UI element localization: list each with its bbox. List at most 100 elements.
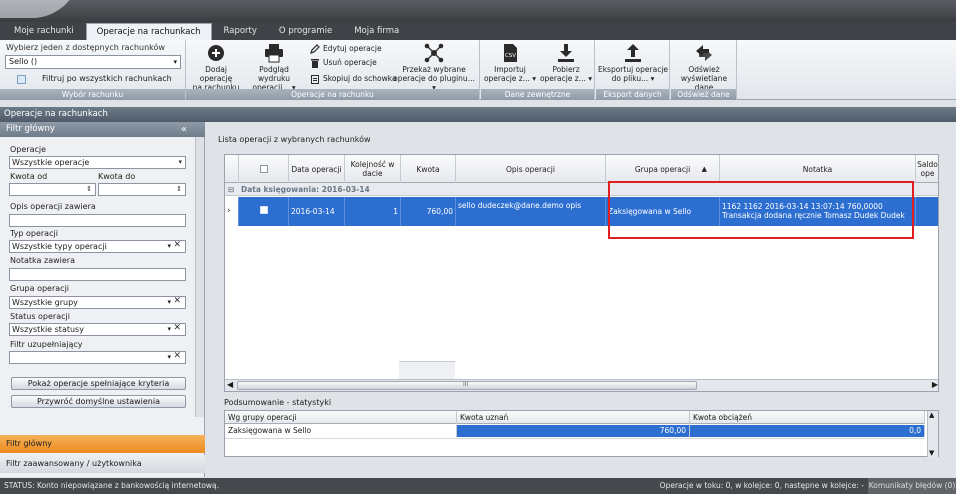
description-label: Opis operacji zawiera — [10, 202, 96, 211]
row-checkbox[interactable] — [259, 206, 268, 214]
printer-icon — [265, 44, 283, 63]
tab-reports[interactable]: Raporty — [214, 23, 267, 40]
clear-icon[interactable]: ✕ — [173, 296, 181, 307]
spinner-icon[interactable]: ⇕ — [86, 184, 92, 195]
operations-select[interactable]: Wszystkie operacje ▾ — [9, 156, 186, 169]
col-header-date[interactable]: Data operacji — [289, 155, 345, 183]
summary-row[interactable]: Zaksięgowana w Sello 760,00 0,0 — [225, 425, 925, 437]
filter-all-checkbox[interactable] — [17, 75, 26, 84]
scroll-up-icon[interactable]: ▲ — [929, 411, 934, 419]
summary-col-credit[interactable]: Kwota uznań — [457, 411, 690, 424]
export-operations-button[interactable]: Eksportuj operacje do pliku... ▾ — [596, 43, 670, 83]
export-label-1: Eksportuj operacje — [597, 65, 669, 74]
select-all-checkbox[interactable] — [259, 165, 268, 173]
cell-date: 2016-03-14 — [289, 197, 345, 226]
col-header-note[interactable]: Notatka — [720, 155, 916, 183]
extra-filter-label: Filtr uzupełniający — [10, 340, 83, 349]
tab-my-accounts[interactable]: Moje rachunki — [4, 23, 84, 40]
filter-all-accounts-toggle[interactable]: Filtruj po wszystkich rachunkach — [17, 74, 172, 84]
filter-panel: Filtr główny « Operacje Wszystkie operac… — [0, 122, 205, 477]
group-select-value: Wszystkie grupy — [12, 298, 78, 307]
cell-amount: 760,00 — [401, 197, 456, 226]
tab-about[interactable]: O programie — [269, 23, 342, 40]
status-select[interactable]: Wszystkie statusy ▾ ✕ — [9, 323, 186, 336]
group-select[interactable]: Wszystkie grupy ▾ ✕ — [9, 296, 186, 309]
summary-cell-credit: 760,00 — [457, 425, 690, 437]
spinner-icon[interactable]: ⇕ — [176, 184, 182, 195]
account-select[interactable]: Sello () ▾ — [5, 55, 181, 69]
summary-col-debit[interactable]: Kwota obciążeń — [690, 411, 925, 424]
collapse-icon[interactable]: « — [181, 122, 187, 137]
scroll-right-icon[interactable]: ▶ — [932, 380, 938, 389]
account-group-title: Wybór rachunku — [0, 89, 185, 100]
fetch-label-1: Pobierz — [552, 65, 580, 74]
edit-operations-label: Edytuj operacje — [323, 44, 382, 53]
note-label: Notatka zawiera — [10, 256, 75, 265]
export-label-2: do pliku... ▾ — [611, 74, 655, 83]
refresh-group-title: Odśwież dane — [671, 89, 736, 100]
col-header-balance[interactable]: Saldo ope — [916, 155, 938, 183]
print-preview-button[interactable]: Podgląd wydruku operacji... ▾ — [242, 43, 306, 92]
clear-icon[interactable]: ✕ — [173, 323, 181, 334]
tab-my-company[interactable]: Moja firma — [344, 23, 409, 40]
clear-icon[interactable]: ✕ — [173, 240, 181, 251]
fetch-label-2: operacje z... ▾ — [539, 74, 593, 83]
col-header-order[interactable]: Kolejność w dacie — [345, 155, 401, 183]
download-icon — [558, 44, 574, 62]
add-operation-button[interactable]: Dodaj operację na rachunku — [188, 43, 244, 92]
horizontal-scrollbar[interactable]: ◀ III ▶ — [225, 379, 938, 391]
description-input[interactable] — [9, 214, 186, 227]
cell-description: sello dudeczek@dane.demo opis — [456, 197, 606, 226]
add-operation-label-1: Dodaj operację — [199, 65, 233, 83]
refresh-data-button[interactable]: Odśwież wyświetlane dane — [671, 43, 737, 92]
amount-to-input[interactable]: ⇕ — [98, 183, 186, 196]
col-header-description[interactable]: Opis operacji — [456, 155, 606, 183]
amount-from-input[interactable]: ⇕ — [9, 183, 96, 196]
import-label-2: operacje z... ▾ — [483, 74, 537, 83]
summary-grid: Wg grupy operacji Kwota uznań Kwota obci… — [224, 410, 939, 457]
clear-icon[interactable]: ✕ — [173, 351, 181, 362]
filter-panel-scrollbar[interactable] — [195, 137, 204, 417]
note-input[interactable] — [9, 268, 186, 281]
summary-scrollbar[interactable]: ▲ ▼ — [927, 411, 938, 457]
tab-account-operations[interactable]: Operacje na rachunkach — [85, 23, 212, 40]
svg-text:CSV: CSV — [505, 53, 516, 59]
col-header-group-label: Grupa operacji — [634, 164, 691, 174]
col-header-amount[interactable]: Kwota — [401, 155, 456, 183]
upload-icon — [625, 44, 641, 62]
operations-group: Dodaj operację na rachunku Podgląd wydru… — [186, 40, 480, 100]
error-messages-button[interactable]: Komunikaty błędów (0) — [868, 478, 956, 494]
nav-advanced-filter[interactable]: Filtr zaawansowany / użytkownika — [0, 455, 205, 473]
collapse-group-icon[interactable]: ⊟ — [228, 183, 234, 196]
operations-label: Operacje — [10, 145, 47, 154]
type-select[interactable]: Wszystkie typy operacji ▾ ✕ — [9, 240, 186, 253]
pencil-icon — [310, 44, 320, 54]
row-select-cell[interactable] — [239, 197, 289, 226]
reset-defaults-button[interactable]: Przywróć domyślne ustawienia — [11, 395, 186, 408]
type-select-value: Wszystkie typy operacji — [12, 242, 107, 251]
extra-filter-select[interactable]: ▾ ✕ — [9, 351, 186, 364]
import-operations-button[interactable]: CSV Importuj operacje z... ▾ — [481, 43, 539, 83]
summary-col-group[interactable]: Wg grupy operacji — [225, 411, 457, 424]
scroll-left-icon[interactable]: ◀ — [227, 380, 233, 389]
edit-operations-button[interactable]: Edytuj operacje — [310, 43, 382, 55]
show-operations-button[interactable]: Pokaż operacje spełniające kryteria — [11, 377, 186, 390]
transfer-to-plugin-button[interactable]: Przekaż wybrane operacje do pluginu... ▾ — [391, 43, 477, 92]
chevron-down-icon: ▾ — [173, 58, 177, 66]
scroll-down-icon[interactable]: ▼ — [929, 449, 934, 457]
refresh-arrows-icon — [696, 45, 712, 61]
copy-to-clipboard-button[interactable]: Skopiuj do schowka — [310, 73, 397, 85]
export-group-title: Eksport danych — [596, 89, 669, 100]
select-all-header[interactable] — [239, 155, 289, 183]
summary-cell-debit: 0,0 — [690, 425, 925, 437]
amount-from-label: Kwota od — [10, 172, 48, 181]
scroll-grip: III — [463, 381, 469, 388]
status-bar: STATUS: Konto niepowiązane z bankowością… — [0, 478, 956, 494]
csv-file-icon: CSV — [504, 44, 517, 62]
delete-operations-button[interactable]: Usuń operacje — [310, 57, 377, 69]
nav-main-filter[interactable]: Filtr główny — [0, 435, 205, 453]
filter-all-label: Filtruj po wszystkich rachunkach — [42, 74, 172, 83]
horizontal-scroll-thumb[interactable]: III — [237, 381, 697, 390]
col-header-group[interactable]: Grupa operacji ▲ — [606, 155, 720, 183]
fetch-operations-button[interactable]: Pobierz operacje z... ▾ — [538, 43, 594, 83]
